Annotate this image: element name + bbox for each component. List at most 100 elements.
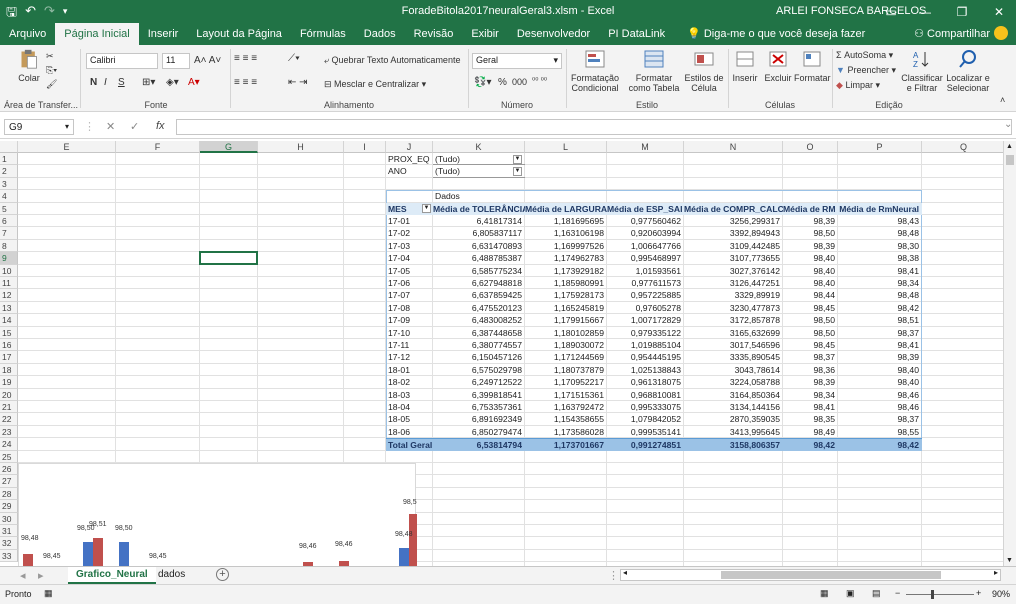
pivot-cell[interactable]: 0,999535141: [607, 426, 684, 438]
pivot-cell[interactable]: 1,025138843: [607, 364, 684, 376]
scroll-left-icon[interactable]: ◂: [623, 568, 627, 577]
pivot-cell[interactable]: 1,180737879: [525, 364, 607, 376]
pivot-cell[interactable]: 6,380774557: [433, 339, 525, 351]
pivot-cell[interactable]: 98,35: [783, 413, 838, 425]
pivot-cell[interactable]: 98,37: [838, 327, 922, 339]
pivot-cell[interactable]: 98,40: [783, 252, 838, 264]
column-header[interactable]: K: [433, 141, 525, 153]
pivot-cell[interactable]: 0,995333075: [607, 401, 684, 413]
pivot-cell[interactable]: 98,41: [838, 339, 922, 351]
tab-8[interactable]: Desenvolvedor: [508, 23, 599, 45]
pivot-header[interactable]: Média de COMPR_CALC: [684, 202, 783, 215]
pivot-cell[interactable]: 98,43: [838, 215, 922, 227]
pivot-cell[interactable]: 1,165245819: [525, 302, 607, 314]
copy-icon[interactable]: ⎘▾: [46, 65, 57, 76]
row-header[interactable]: 25: [0, 450, 18, 463]
pivot-cell[interactable]: 17-09: [386, 314, 433, 326]
column-header[interactable]: G: [200, 141, 258, 153]
pivot-cell[interactable]: 0,97605278: [607, 302, 684, 314]
row-header[interactable]: 30: [0, 512, 18, 525]
font-size-select[interactable]: 11: [162, 53, 190, 69]
pivot-cell[interactable]: 3329,89919: [684, 289, 783, 301]
scroll-thumb[interactable]: [1006, 155, 1014, 165]
pivot-cell[interactable]: 0,995468997: [607, 252, 684, 264]
pivot-cell[interactable]: 1,173586028: [525, 426, 607, 438]
pivot-cell[interactable]: 1,154358655: [525, 413, 607, 425]
pivot-cell[interactable]: 1,006647766: [607, 240, 684, 252]
insert-function-icon[interactable]: fx: [156, 120, 165, 132]
pivot-cell[interactable]: 1,173929182: [525, 265, 607, 277]
pivot-cell[interactable]: 3027,376142: [684, 265, 783, 277]
pivot-cell[interactable]: 6,41817314: [433, 215, 525, 227]
pivot-cell[interactable]: 3107,773655: [684, 252, 783, 264]
pivot-cell[interactable]: 6,475520123: [433, 302, 525, 314]
pivot-cell[interactable]: 6,387448658: [433, 327, 525, 339]
pivot-cell[interactable]: 0,961318075: [607, 376, 684, 388]
pivot-cell[interactable]: 17-10: [386, 327, 433, 339]
row-header[interactable]: 12: [0, 289, 18, 302]
pivot-cell[interactable]: 0,977611573: [607, 277, 684, 289]
pivot-cell[interactable]: 98,46: [838, 389, 922, 401]
find-select-button[interactable]: Localizar e Selecionar: [944, 49, 992, 93]
row-header[interactable]: 18: [0, 363, 18, 377]
share-button[interactable]: ⚇ Compartilhar: [914, 23, 990, 45]
zoom-out-icon[interactable]: −: [895, 588, 900, 598]
zoom-level[interactable]: 90%: [992, 589, 1010, 599]
pivot-cell[interactable]: 3224,058788: [684, 376, 783, 388]
pivot-cell[interactable]: 98,55: [838, 426, 922, 438]
pivot-total-cell[interactable]: 0,991274851: [607, 438, 684, 451]
bold-button[interactable]: N: [90, 77, 97, 88]
pivot-cell[interactable]: 3172,857878: [684, 314, 783, 326]
pivot-cell[interactable]: 6,891692349: [433, 413, 525, 425]
pivot-cell[interactable]: 18-01: [386, 364, 433, 376]
pivot-cell[interactable]: 98,51: [838, 314, 922, 326]
pivot-header[interactable]: Média de RM: [783, 202, 838, 215]
pivot-cell[interactable]: 98,41: [783, 401, 838, 413]
pivot-cell[interactable]: 1,019885104: [607, 339, 684, 351]
pivot-cell[interactable]: 6,631470893: [433, 240, 525, 252]
pivot-cell[interactable]: 17-06: [386, 277, 433, 289]
pivot-cell[interactable]: 98,45: [783, 339, 838, 351]
paste-button[interactable]: Colar: [14, 49, 44, 83]
fill-button[interactable]: ▼ Preencher ▾: [836, 65, 896, 76]
pivot-cell[interactable]: 1,171515361: [525, 389, 607, 401]
formula-input[interactable]: [176, 119, 1012, 135]
pivot-filter-value[interactable]: (Tudo): [433, 165, 525, 178]
format-cells-button[interactable]: Formatar: [794, 49, 831, 83]
tab-0[interactable]: Arquivo: [0, 23, 55, 45]
pivot-cell[interactable]: 1,169997526: [525, 240, 607, 252]
chart-bar[interactable]: [399, 548, 409, 566]
pivot-total-cell[interactable]: 3158,806357: [684, 438, 783, 451]
pivot-cell[interactable]: 18-04: [386, 401, 433, 413]
pivot-cell[interactable]: 0,957225885: [607, 289, 684, 301]
number-format-select[interactable]: Geral ▾: [472, 53, 562, 69]
pivot-cell[interactable]: 3413,995645: [684, 426, 783, 438]
column-header[interactable]: M: [607, 141, 684, 153]
pivot-header[interactable]: Média de RmNeural: [838, 202, 922, 215]
column-header[interactable]: H: [258, 141, 344, 153]
collapse-ribbon-icon[interactable]: ˄: [1000, 95, 1005, 105]
sheet-tab-grafico-neural[interactable]: Grafico_Neural: [68, 567, 156, 584]
pivot-cell[interactable]: 98,39: [783, 376, 838, 388]
pivot-cell[interactable]: 1,163792472: [525, 401, 607, 413]
h-scroll-thumb[interactable]: [721, 571, 941, 579]
pivot-cell[interactable]: 6,585775234: [433, 265, 525, 277]
pivot-cell[interactable]: 1,180102859: [525, 327, 607, 339]
pivot-cell[interactable]: 98,30: [838, 240, 922, 252]
pivot-cell[interactable]: 6,249712522: [433, 376, 525, 388]
row-header[interactable]: 23: [0, 425, 18, 439]
pivot-cell[interactable]: 98,34: [838, 277, 922, 289]
pivot-cell[interactable]: 18-05: [386, 413, 433, 425]
pivot-cell[interactable]: 6,850279474: [433, 426, 525, 438]
tab-splitter-icon[interactable]: ⋮: [608, 569, 619, 582]
conditional-format-button[interactable]: Formatação Condicional: [568, 49, 622, 93]
row-header[interactable]: 11: [0, 277, 18, 290]
scroll-up-icon[interactable]: ▲: [1006, 143, 1013, 150]
name-box[interactable]: G9 ▾: [4, 119, 74, 135]
pivot-cell[interactable]: 1,171244569: [525, 351, 607, 363]
pivot-cell[interactable]: 17-08: [386, 302, 433, 314]
row-header[interactable]: 29: [0, 500, 18, 513]
tab-4[interactable]: Fórmulas: [291, 23, 355, 45]
tab-9[interactable]: PI DataLink: [599, 23, 674, 45]
clear-button[interactable]: ◆ Limpar ▾: [836, 80, 880, 91]
